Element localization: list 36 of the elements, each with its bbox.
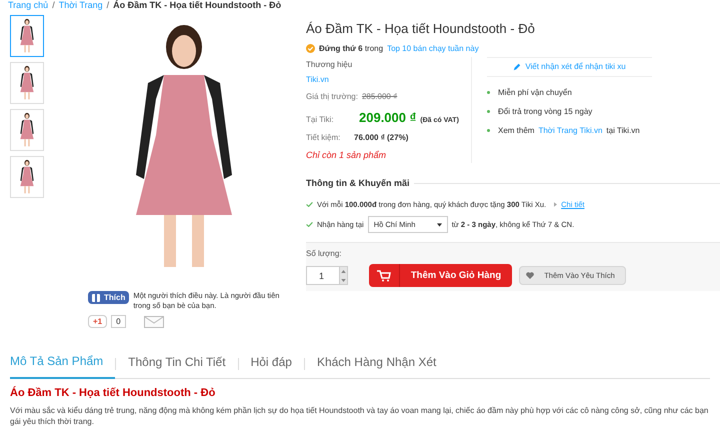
top-selling-link[interactable]: Top 10 bán chạy tuần này — [387, 42, 479, 54]
stock-notice: Chỉ còn 1 sản phẩm — [306, 149, 388, 162]
brand-label: Thương hiệu — [306, 58, 354, 70]
tab[interactable]: Thông Tin Chi Tiết — [116, 350, 238, 378]
benefit-text: Đổi trả trong vòng 15 ngày — [498, 106, 592, 118]
category-link[interactable]: Thời Trang Tiki.vn — [538, 124, 602, 136]
product-title: Áo Đầm TK - Họa tiết Houndstooth - Đỏ — [306, 20, 536, 38]
price-label: Tại Tiki: — [306, 114, 335, 126]
section-title: Thông tin & Khuyến mãi — [306, 176, 410, 190]
breadcrumb-link[interactable]: Thời Trang — [58, 0, 103, 10]
quantity-label: Số lượng: — [306, 248, 343, 260]
breadcrumb-current: Áo Đầm TK - Họa tiết Houndstooth - Đỏ — [113, 0, 282, 10]
benefit-text: Xem thêm — [498, 124, 534, 136]
google-plus-button[interactable]: +1 — [88, 315, 108, 328]
share-count: 0 — [111, 315, 126, 328]
price-label: Tiết kiệm: — [306, 132, 342, 144]
add-to-cart-button[interactable]: Thêm Vào Giỏ Hàng — [369, 264, 512, 288]
description-text: Với màu sắc và kiểu dáng trẻ trung, năng động mà không kém phần lịch sự do họa tiết Houndstooth và tay áo voan mang lại, chiếc áo đầm này phù hợp với các cô nàng công sở, cũng như các bạn gái yêu thích thời trang. — [10, 404, 710, 426]
write-review-link[interactable]: Viết nhận xét để nhận tiki xu — [487, 56, 652, 76]
brand-link[interactable]: Tiki.vn — [306, 74, 471, 86]
benefit-text: tại Tiki.vn — [606, 124, 640, 136]
tab[interactable]: Mô Tả Sản Phẩm — [10, 350, 116, 379]
sale-price: 209.000 ₫ — [359, 108, 416, 126]
tab[interactable]: Khách Hàng Nhận Xét — [304, 350, 448, 378]
savings-amount: 76.000 ₫ (27%) — [354, 132, 408, 144]
breadcrumb-separator: / — [52, 0, 55, 10]
breadcrumb-link[interactable]: Trang chủ — [8, 0, 48, 10]
breadcrumb-separator: / — [106, 0, 110, 10]
price-label: Giá thị trường: — [306, 90, 358, 102]
benefit-text: Miễn phí vận chuyển — [498, 86, 572, 98]
tab[interactable]: Hỏi đáp — [238, 350, 304, 378]
facebook-like-button[interactable]: Thích — [88, 291, 130, 304]
quantity-field[interactable]: 1 — [306, 266, 340, 286]
rank-text: Đứng thứ 6 trong — [319, 42, 384, 54]
description-title: Áo Đầm TK - Họa tiết Houndstooth - Đỏ — [10, 385, 216, 401]
market-price: 285.000 ₫ — [362, 90, 398, 102]
